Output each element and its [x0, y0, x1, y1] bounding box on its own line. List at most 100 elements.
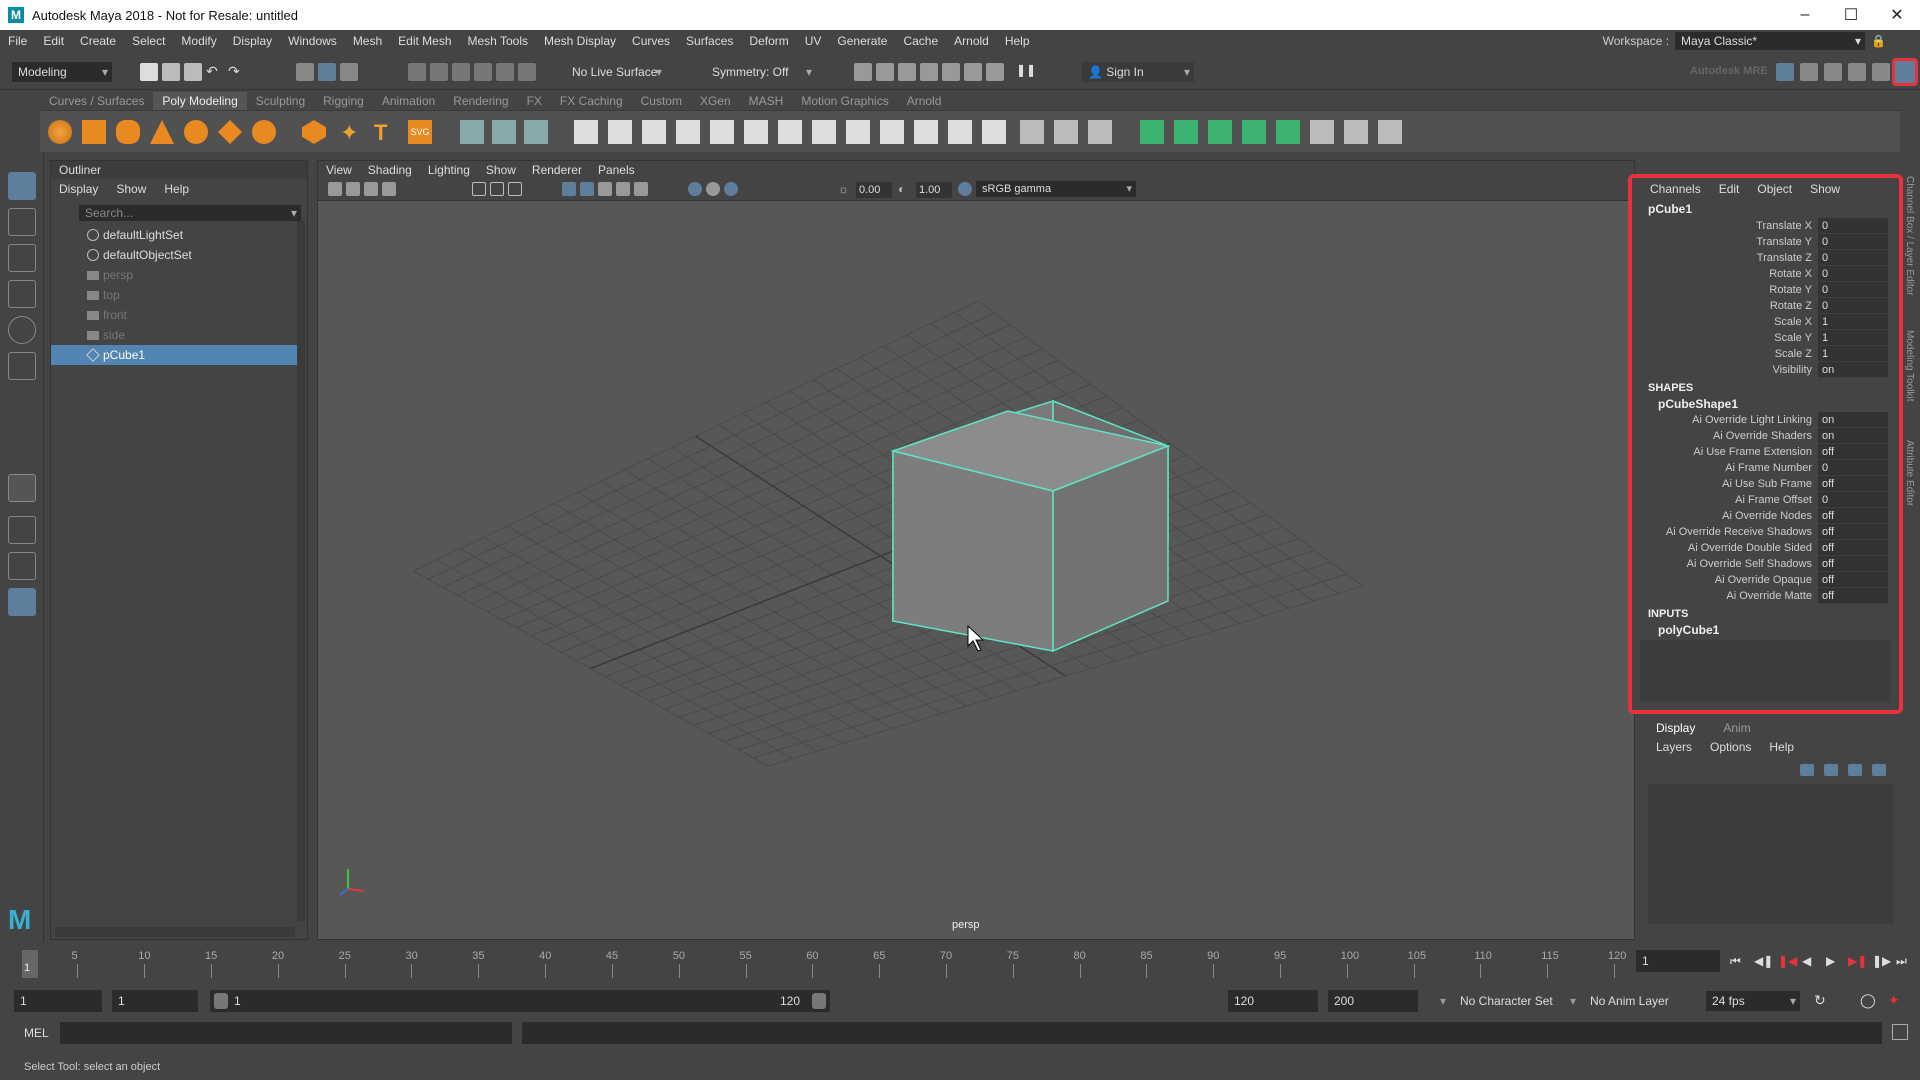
- attribute-value[interactable]: off: [1818, 588, 1888, 604]
- shape-attribute-row[interactable]: Ai Override Opaque off: [1632, 572, 1899, 588]
- transform-attribute-row[interactable]: Translate X0: [1632, 218, 1899, 234]
- film-gate-icon[interactable]: [490, 182, 504, 196]
- outliner-menu-display[interactable]: Display: [59, 182, 98, 196]
- menu-arnold[interactable]: Arnold: [946, 34, 997, 48]
- channel-box-edge-tab[interactable]: Channel Box / Layer Editor: [1904, 176, 1915, 296]
- layer-options-menu[interactable]: Options: [1710, 740, 1751, 756]
- channel-object-menu[interactable]: Object: [1757, 182, 1792, 196]
- menu-file[interactable]: File: [0, 34, 35, 48]
- transform-attribute-row[interactable]: Visibility on: [1632, 362, 1899, 378]
- go-to-start-icon[interactable]: ⏮: [1730, 954, 1741, 969]
- menu-surfaces[interactable]: Surfaces: [678, 34, 741, 48]
- shape-attribute-row[interactable]: Ai Override Self Shadows off: [1632, 556, 1899, 572]
- channels-menu[interactable]: Channels: [1650, 182, 1701, 196]
- outliner-item-persp[interactable]: persp: [51, 265, 297, 285]
- combine-icon[interactable]: [460, 120, 484, 144]
- extrude-icon[interactable]: [574, 120, 598, 144]
- channel-show-menu[interactable]: Show: [1810, 182, 1840, 196]
- shape-attribute-row[interactable]: Ai Override Matte off: [1632, 588, 1899, 604]
- uv-layout-icon[interactable]: [1242, 120, 1266, 144]
- shelf-tab-mash[interactable]: MASH: [740, 92, 793, 110]
- auto-map-icon[interactable]: [1088, 120, 1112, 144]
- attribute-label[interactable]: Translate Y: [1632, 234, 1818, 250]
- shelf-tab-arnold[interactable]: Arnold: [898, 92, 951, 110]
- menu-uv[interactable]: UV: [797, 34, 830, 48]
- channel-edit-menu[interactable]: Edit: [1719, 182, 1740, 196]
- snap-view-icon[interactable]: [474, 63, 492, 81]
- render-frame-icon[interactable]: [876, 63, 894, 81]
- new-scene-icon[interactable]: [140, 63, 158, 81]
- viewport-menu-renderer[interactable]: Renderer: [524, 161, 590, 179]
- animation-start-field[interactable]: 1: [14, 990, 102, 1012]
- channel-box-toggle-icon[interactable]: [1892, 58, 1918, 86]
- outliner-item-pcube1[interactable]: pCube1: [51, 345, 297, 365]
- bridge-icon[interactable]: [642, 120, 666, 144]
- camera-select-icon[interactable]: [328, 182, 342, 196]
- menu-windows[interactable]: Windows: [280, 34, 345, 48]
- viewport-menu-view[interactable]: View: [318, 161, 360, 179]
- attribute-label[interactable]: Rotate Z: [1632, 298, 1818, 314]
- layer-move-down-icon[interactable]: [1824, 764, 1838, 776]
- attribute-value[interactable]: off: [1818, 540, 1888, 556]
- animation-preferences-icon[interactable]: ✦: [1888, 992, 1900, 1009]
- transform-attribute-row[interactable]: Rotate Z0: [1632, 298, 1899, 314]
- outliner-item-defaultlightset[interactable]: defaultLightSet: [51, 225, 297, 245]
- uv-editor-icon[interactable]: [1020, 120, 1044, 144]
- pcube1-mesh[interactable]: [890, 399, 1171, 653]
- menu-select[interactable]: Select: [124, 34, 173, 48]
- open-scene-icon[interactable]: [162, 63, 180, 81]
- animation-end-field[interactable]: 200: [1328, 990, 1418, 1012]
- grid-toggle-icon[interactable]: [472, 182, 486, 196]
- shape-attribute-row[interactable]: Ai Override Light Linking on: [1632, 412, 1899, 428]
- outliner-scrollbar[interactable]: [297, 221, 305, 921]
- attribute-value[interactable]: 0: [1818, 218, 1888, 234]
- transform-attribute-row[interactable]: Rotate Y0: [1632, 282, 1899, 298]
- uv-unfold-icon[interactable]: [1208, 120, 1232, 144]
- save-scene-icon[interactable]: [184, 63, 202, 81]
- poly-cylinder-icon[interactable]: [116, 120, 140, 144]
- collapse-icon[interactable]: [948, 120, 972, 144]
- attribute-label[interactable]: Ai Override Receive Shadows: [1632, 524, 1818, 540]
- attribute-value[interactable]: 0: [1818, 460, 1888, 476]
- attribute-label[interactable]: Ai Override Nodes: [1632, 508, 1818, 524]
- snap-edge-icon[interactable]: [518, 63, 536, 81]
- poly-plane-icon[interactable]: [218, 120, 242, 144]
- layer-list[interactable]: [1648, 784, 1894, 924]
- menu-edit[interactable]: Edit: [35, 34, 72, 48]
- attribute-label[interactable]: Ai Override Matte: [1632, 588, 1818, 604]
- move-tool-icon[interactable]: [8, 280, 36, 308]
- outliner-menu-help[interactable]: Help: [164, 182, 189, 196]
- menu-mesh-display[interactable]: Mesh Display: [536, 34, 624, 48]
- uv-straighten-icon[interactable]: [1276, 120, 1300, 144]
- shelf-tab-poly-modeling[interactable]: Poly Modeling: [153, 92, 247, 110]
- shadows-icon[interactable]: [634, 182, 648, 196]
- poly-sphere-icon[interactable]: [48, 120, 72, 144]
- poly-torus-icon[interactable]: [184, 120, 208, 144]
- current-frame-field[interactable]: 1: [1636, 950, 1720, 972]
- rotate-tool-icon[interactable]: [8, 316, 36, 344]
- menu-cache[interactable]: Cache: [895, 34, 946, 48]
- attribute-value[interactable]: off: [1818, 556, 1888, 572]
- render-view-icon[interactable]: [854, 63, 872, 81]
- menu-curves[interactable]: Curves: [624, 34, 678, 48]
- gamma-field[interactable]: 1.00: [916, 182, 952, 198]
- lights-icon[interactable]: [616, 182, 630, 196]
- textured-icon[interactable]: [598, 182, 612, 196]
- shelf-tab-fx[interactable]: FX: [518, 92, 551, 110]
- layer-tab-display[interactable]: Display: [1656, 721, 1695, 735]
- step-back-key-icon[interactable]: ❚◀: [1778, 954, 1797, 968]
- uv-snapshot-icon[interactable]: [1310, 120, 1334, 144]
- mirror-icon[interactable]: [982, 120, 1006, 144]
- outliner-item-side[interactable]: side: [51, 325, 297, 345]
- attribute-value[interactable]: off: [1818, 524, 1888, 540]
- attribute-value[interactable]: 0: [1818, 234, 1888, 250]
- select-component-icon[interactable]: [340, 63, 358, 81]
- select-tool-icon[interactable]: [8, 172, 36, 200]
- shelf-tab-motion-graphics[interactable]: Motion Graphics: [792, 92, 897, 110]
- attribute-label[interactable]: Translate X: [1632, 218, 1818, 234]
- transform-attribute-row[interactable]: Translate Y0: [1632, 234, 1899, 250]
- select-hierarchy-icon[interactable]: [296, 63, 314, 81]
- menu-deform[interactable]: Deform: [741, 34, 796, 48]
- layer-move-up-icon[interactable]: [1800, 764, 1814, 776]
- command-language-label[interactable]: MEL: [24, 1026, 49, 1040]
